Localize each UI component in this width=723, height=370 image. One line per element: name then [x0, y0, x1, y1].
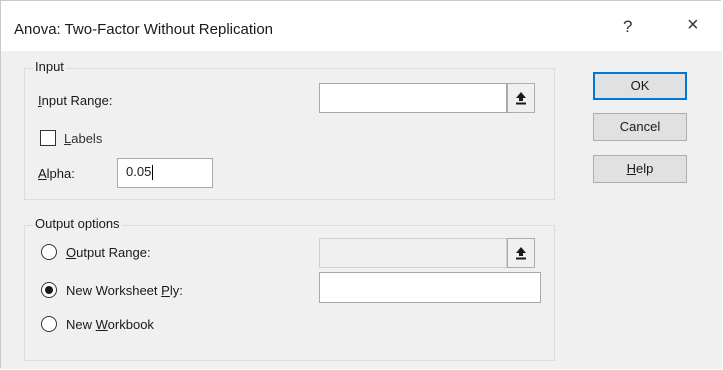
title-bar: Anova: Two-Factor Without Replication ? …	[1, 1, 722, 51]
new-worksheet-label: New Worksheet Ply:	[66, 283, 183, 298]
anova-dialog: Anova: Two-Factor Without Replication ? …	[0, 0, 722, 369]
upload-arrow-icon	[516, 247, 526, 260]
help-icon[interactable]: ?	[623, 17, 632, 37]
alpha-label: Alpha:	[38, 166, 75, 181]
upload-arrow-icon	[516, 92, 526, 105]
close-icon[interactable]: ×	[687, 14, 699, 37]
output-range-select-button[interactable]	[507, 238, 535, 268]
input-range-field[interactable]	[319, 83, 507, 113]
labels-checkbox[interactable]	[40, 130, 56, 146]
text-caret	[152, 165, 154, 181]
output-group-legend: Output options	[33, 216, 122, 231]
cancel-button[interactable]: Cancel	[593, 113, 687, 141]
output-range-label: Output Range:	[66, 245, 151, 260]
input-range-select-button[interactable]	[507, 83, 535, 113]
output-range-radio[interactable]	[41, 244, 57, 260]
dialog-title: Anova: Two-Factor Without Replication	[14, 21, 274, 38]
new-worksheet-radio[interactable]	[41, 282, 57, 298]
help-button[interactable]: Help	[593, 155, 687, 183]
ok-button[interactable]: OK	[593, 72, 687, 100]
input-range-label: Input Range:	[38, 93, 113, 108]
input-group-legend: Input	[33, 59, 66, 74]
new-workbook-radio[interactable]	[41, 316, 57, 332]
new-worksheet-name-field[interactable]	[319, 272, 541, 303]
new-workbook-label: New Workbook	[66, 317, 154, 332]
labels-checkbox-label: Labels	[64, 131, 103, 146]
alpha-input[interactable]: 0.05	[117, 158, 213, 188]
output-range-field[interactable]	[319, 238, 507, 268]
dialog-body: Input Input Range: Labels Alpha: 0.05 Ou…	[1, 51, 722, 369]
